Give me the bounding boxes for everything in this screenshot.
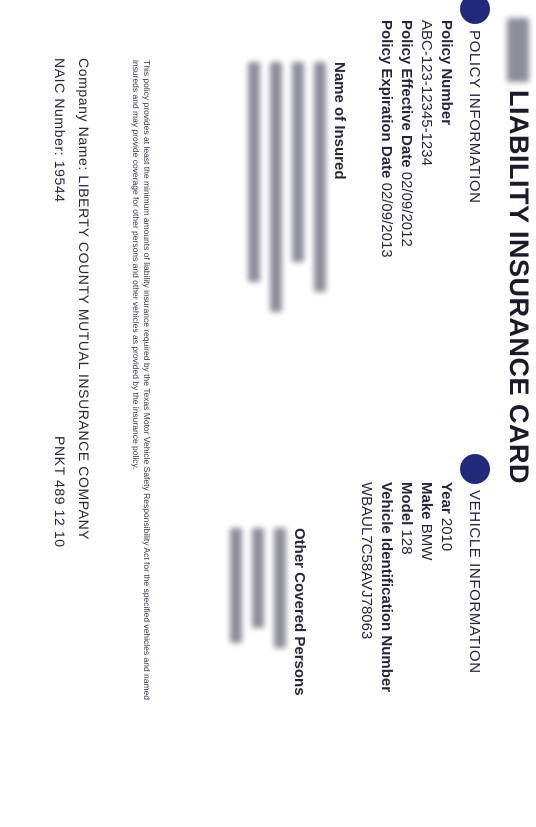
redacted-line xyxy=(274,528,286,648)
policy-expiration-date: Policy Expiration Date 02/09/2013 xyxy=(378,20,395,258)
card-title: LIABILITY INSURANCE CARD xyxy=(503,18,534,484)
policy-section-heading: POLICY INFORMATION xyxy=(460,0,490,204)
card-title-text: LIABILITY INSURANCE CARD xyxy=(504,90,534,485)
policy-number-label: Policy Number xyxy=(438,20,455,126)
redacted-line xyxy=(314,62,326,292)
vehicle-vin-label: Vehicle Identification Number xyxy=(378,482,395,693)
redacted-line xyxy=(230,528,242,643)
coverage-disclaimer: This policy provides at least the minimu… xyxy=(131,60,152,701)
company-name: Company Name: LIBERTY COUNTY MUTUAL INSU… xyxy=(76,58,92,541)
insurance-card: LIABILITY INSURANCE CARD POLICY INFORMAT… xyxy=(0,0,536,827)
vehicle-model: Model 128 xyxy=(398,482,415,555)
vehicle-heading-text: VEHICLE INFORMATION xyxy=(466,490,484,674)
vehicle-bullet-icon xyxy=(460,454,490,484)
redacted-insured-names xyxy=(226,62,326,342)
policy-heading-text: POLICY INFORMATION xyxy=(466,30,484,204)
vehicle-make: Make BMW xyxy=(418,482,435,561)
form-code: PNKT 489 12 10 xyxy=(52,436,68,548)
redacted-line xyxy=(252,528,264,628)
naic-number: NAIC Number: 19544 xyxy=(52,58,68,203)
vehicle-section-heading: VEHICLE INFORMATION xyxy=(460,454,490,674)
vehicle-vin-value: WBAUL7C58AVJ78063 xyxy=(358,482,375,640)
redacted-line xyxy=(270,62,282,312)
redacted-other-persons xyxy=(220,528,286,668)
other-covered-label: Other Covered Persons xyxy=(291,528,308,696)
policy-number-value: ABC-123-12345-1234 xyxy=(418,20,435,166)
redacted-line xyxy=(248,62,260,282)
policy-bullet-icon xyxy=(460,0,490,24)
vehicle-year: Year 2010 xyxy=(438,482,455,552)
policy-effective-date: Policy Effective Date 02/09/2012 xyxy=(398,20,415,247)
insured-name-label: Name of Insured xyxy=(331,62,348,180)
redacted-line xyxy=(292,62,304,262)
redacted-company-logo xyxy=(507,18,530,82)
